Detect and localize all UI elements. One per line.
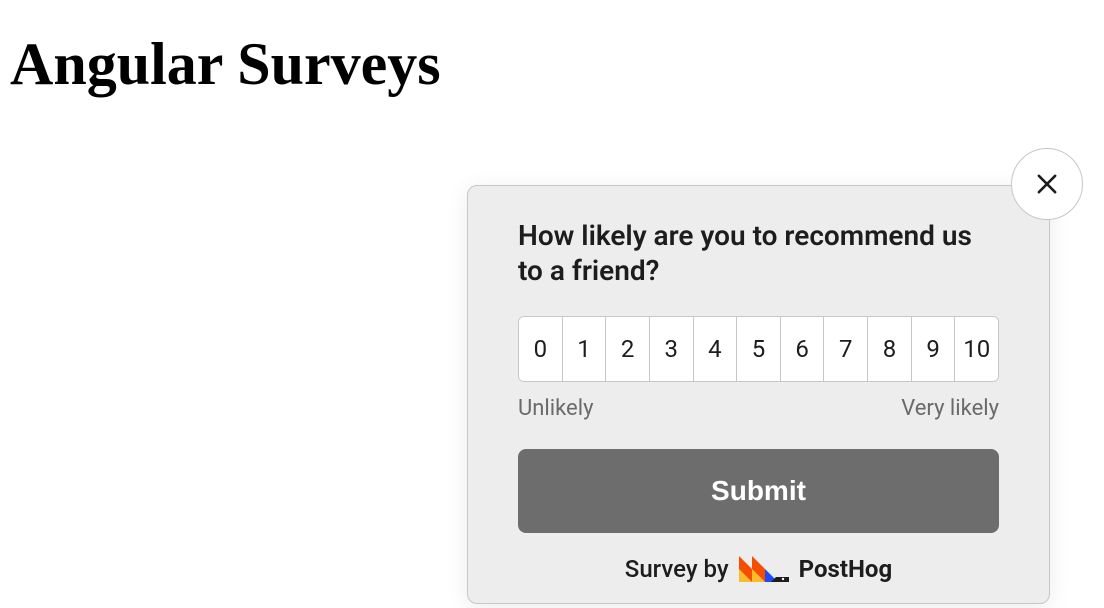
rating-option-2[interactable]: 2 <box>606 317 650 381</box>
rating-labels: Unlikely Very likely <box>518 396 999 421</box>
rating-low-label: Unlikely <box>518 396 593 421</box>
rating-option-6[interactable]: 6 <box>781 317 825 381</box>
rating-scale: 0 1 2 3 4 5 6 7 8 9 10 <box>518 316 999 382</box>
branding-name: PostHog <box>799 555 893 583</box>
close-icon <box>1033 170 1061 198</box>
rating-option-9[interactable]: 9 <box>912 317 956 381</box>
rating-high-label: Very likely <box>901 396 999 421</box>
submit-button[interactable]: Submit <box>518 449 999 533</box>
survey-branding[interactable]: Survey by PostHog <box>518 555 999 583</box>
survey-widget: How likely are you to recommend us to a … <box>467 185 1050 604</box>
branding-prefix: Survey by <box>625 555 729 583</box>
rating-option-5[interactable]: 5 <box>737 317 781 381</box>
rating-option-4[interactable]: 4 <box>694 317 738 381</box>
rating-option-7[interactable]: 7 <box>824 317 868 381</box>
rating-option-10[interactable]: 10 <box>955 317 998 381</box>
page-title: Angular Surveys <box>0 0 1104 109</box>
rating-option-1[interactable]: 1 <box>563 317 607 381</box>
rating-option-8[interactable]: 8 <box>868 317 912 381</box>
rating-option-0[interactable]: 0 <box>519 317 563 381</box>
rating-option-3[interactable]: 3 <box>650 317 694 381</box>
posthog-logo-icon <box>739 556 789 582</box>
close-button[interactable] <box>1011 148 1083 220</box>
survey-question: How likely are you to recommend us to a … <box>518 218 999 288</box>
